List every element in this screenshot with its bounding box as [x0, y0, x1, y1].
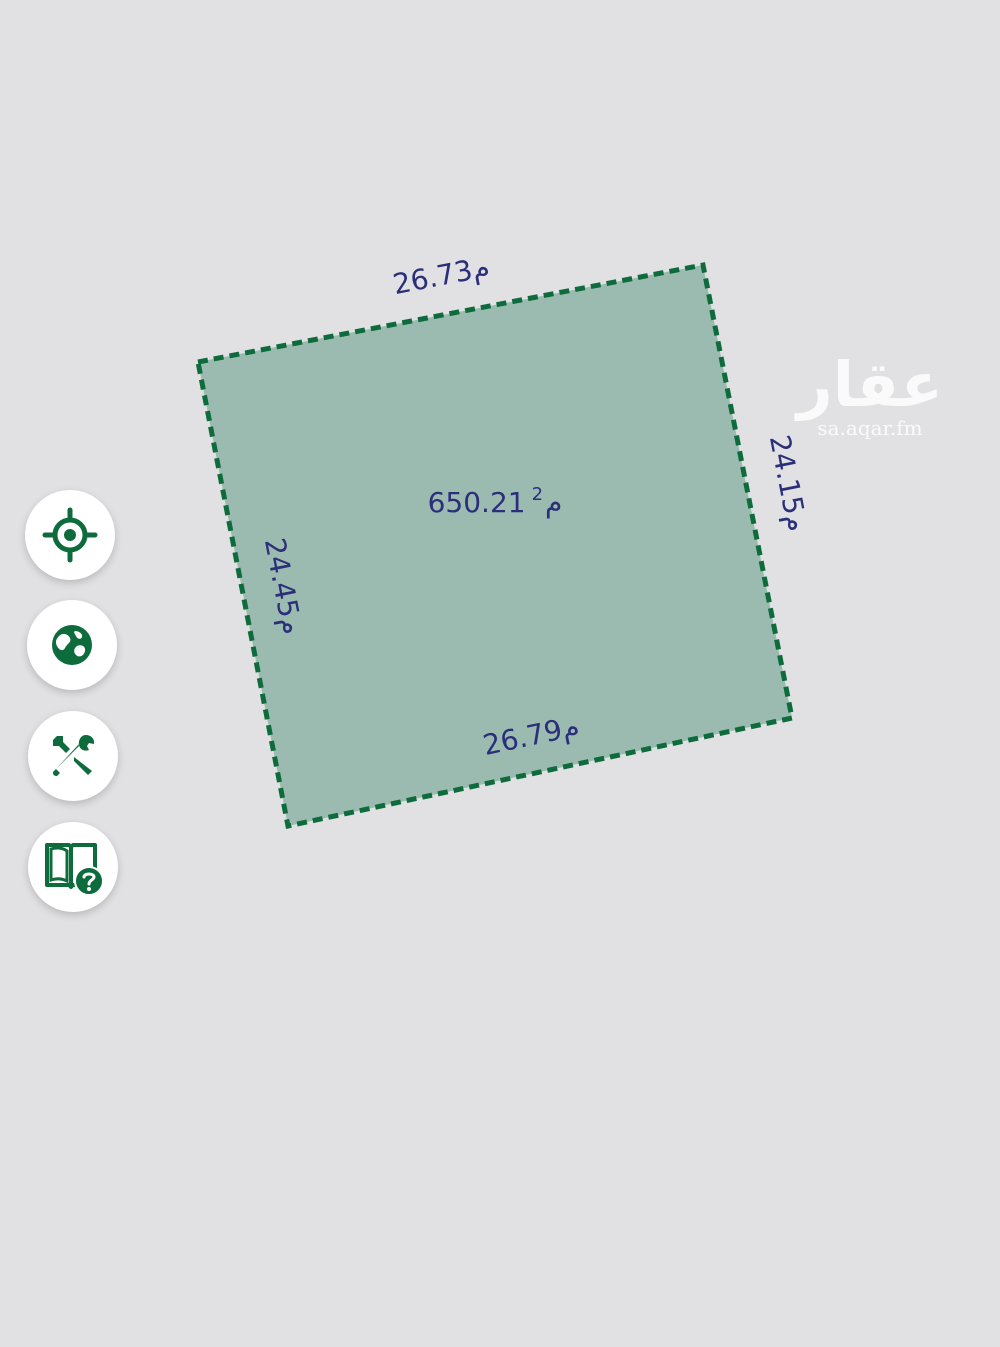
area-exponent: 2 — [532, 484, 543, 505]
locate-button[interactable] — [25, 490, 115, 580]
map-canvas[interactable]: 26.73م 24.15م 26.79م 24.45م 650.21 م2 عقا… — [0, 0, 1000, 1343]
side-length-top: 26.73م — [390, 250, 492, 301]
book-help-icon — [45, 843, 104, 896]
aqar-watermark: عقار sa.aqar.fm — [790, 348, 950, 441]
area-unit: م — [545, 486, 562, 519]
globe-icon — [52, 625, 92, 665]
basemap-button[interactable] — [27, 600, 117, 690]
wrench-screwdriver-icon — [53, 735, 95, 776]
help-button[interactable] — [28, 822, 118, 912]
side-length-right: 24.15م — [763, 432, 814, 534]
tools-button[interactable] — [28, 711, 118, 801]
watermark-logo-text: عقار — [797, 348, 943, 421]
parcel-layer: 26.73م 24.15م 26.79م 24.45م 650.21 م2 — [195, 250, 814, 829]
area-value: 650.21 — [428, 486, 526, 519]
crosshair-icon — [42, 507, 98, 563]
